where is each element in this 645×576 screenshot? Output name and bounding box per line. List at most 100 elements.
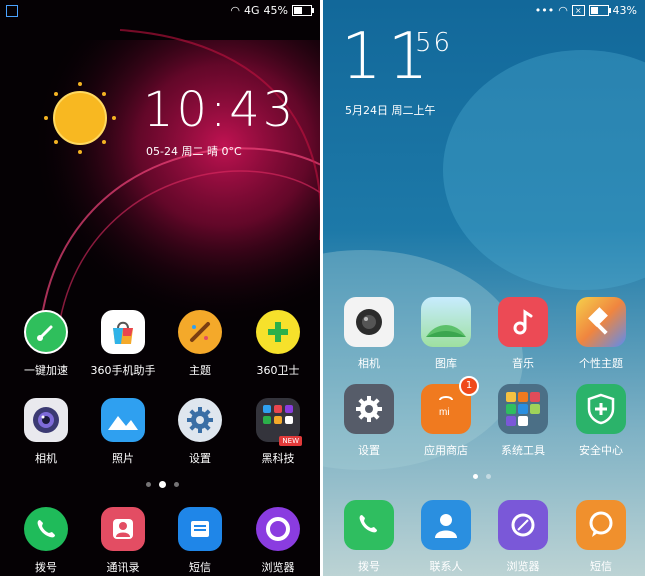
app-label: 系统工具: [501, 444, 545, 457]
dock-messages[interactable]: 短信: [563, 500, 639, 574]
status-bar: ••• ◠ × 43%: [323, 0, 645, 22]
date: 05-24: [146, 145, 178, 158]
palette-brush-icon: [178, 310, 222, 354]
app-label: 个性主题: [579, 357, 623, 370]
app-camera[interactable]: 相机: [331, 297, 407, 371]
app-label: 图库: [435, 357, 457, 370]
person-icon: [421, 500, 471, 550]
phone-icon: [24, 507, 68, 551]
app-theme[interactable]: 主题: [162, 310, 238, 378]
app-label: 360卫士: [256, 364, 300, 377]
app-music[interactable]: 音乐: [485, 297, 561, 371]
app-label: 主题: [189, 364, 211, 377]
app-security-center[interactable]: 安全中心: [563, 384, 639, 458]
app-label: 短信: [189, 561, 211, 574]
app-label: 照片: [112, 452, 134, 465]
svg-text:mi: mi: [439, 407, 450, 418]
app-label: 短信: [590, 560, 612, 573]
gear-icon: [344, 384, 394, 434]
app-settings[interactable]: 设置: [331, 384, 407, 458]
phone-icon: [344, 500, 394, 550]
app-label: 相机: [35, 452, 57, 465]
status-bar: ◠ 4G 45%: [0, 0, 320, 22]
message-icon: [178, 507, 222, 551]
app-label: 黑科技: [261, 452, 295, 465]
page-dot-active[interactable]: [473, 474, 478, 479]
dock-browser[interactable]: 浏览器: [485, 500, 561, 574]
update-count-badge: 1: [459, 376, 479, 396]
page-dot[interactable]: [174, 482, 179, 487]
app-speed-boost[interactable]: 一键加速: [8, 310, 84, 378]
clock-date-line: 05-24 周二 晴 0°C: [146, 143, 242, 159]
clock-minute: 56: [415, 28, 453, 58]
music-note-icon: [498, 297, 548, 347]
page-dot[interactable]: [146, 482, 151, 487]
right-phone-screen: ••• ◠ × 43% 11 56 5月24日 周二上午 相机 图库 音乐 个性…: [323, 0, 645, 576]
camera-lens-icon: [24, 398, 68, 442]
dock-dialer[interactable]: 拨号: [331, 500, 407, 574]
app-360-assistant[interactable]: 360手机助手: [85, 310, 161, 378]
sim-off-icon: ×: [571, 5, 585, 16]
clock-widget[interactable]: 11 56: [341, 22, 450, 92]
app-camera[interactable]: 相机: [8, 398, 84, 466]
contact-icon: [101, 507, 145, 551]
left-phone-screen: ◠ 4G 45% 10:43 05-24 周二 晴 0°C 一键加速 360手机…: [0, 0, 320, 576]
dock-messages[interactable]: 短信: [162, 507, 238, 575]
shield-plus-icon: [576, 384, 626, 434]
gear-icon: [178, 398, 222, 442]
weather: 晴: [206, 145, 218, 158]
app-label: 音乐: [512, 357, 534, 370]
app-label: 联系人: [429, 560, 463, 573]
weekday: 周二: [181, 145, 204, 158]
folder-icon: [498, 384, 548, 434]
clock-time[interactable]: 10:43: [143, 82, 296, 138]
app-themes[interactable]: 个性主题: [563, 297, 639, 371]
folder-system-tools[interactable]: 系统工具: [485, 384, 561, 458]
battery-percent: 43%: [612, 4, 637, 17]
wifi-icon: ◠: [230, 4, 241, 17]
network-type: 4G: [244, 4, 260, 17]
app-label: 拨号: [35, 561, 57, 574]
battery-icon: [292, 5, 314, 16]
page-dot-active[interactable]: [159, 481, 166, 488]
app-label: 应用商店: [424, 444, 468, 457]
app-label: 通讯录: [106, 561, 140, 574]
app-label: 拨号: [358, 560, 380, 573]
app-360-security[interactable]: 360卫士: [240, 310, 316, 378]
app-gallery[interactable]: 图库: [408, 297, 484, 371]
battery-percent: 45%: [263, 4, 288, 17]
dock-contacts[interactable]: 联系人: [408, 500, 484, 574]
app-settings[interactable]: 设置: [162, 398, 238, 466]
battery-icon: [588, 5, 611, 16]
new-tag: NEW: [279, 436, 302, 446]
browser-ring-icon: [256, 507, 300, 551]
browser-swirl-icon: [498, 500, 548, 550]
app-label: 浏览器: [261, 561, 295, 574]
landscape-icon: [421, 297, 471, 347]
folder-icon: NEW: [256, 398, 302, 446]
app-label: 浏览器: [506, 560, 540, 573]
page-indicator[interactable]: [146, 481, 179, 488]
mountain-photo-icon: [101, 398, 145, 442]
page-dot[interactable]: [486, 474, 491, 479]
folder-black-tech[interactable]: NEW 黑科技: [240, 398, 316, 466]
mi-store-bag-icon: mi 1: [421, 376, 479, 434]
weather-sun-icon[interactable]: [40, 78, 120, 158]
app-store[interactable]: mi 1 应用商店: [408, 376, 484, 458]
notification-icon: [6, 5, 18, 17]
dock-dialer[interactable]: 拨号: [8, 507, 84, 575]
wifi-icon: ◠: [558, 4, 568, 17]
app-label: 安全中心: [579, 444, 623, 457]
app-label: 设置: [189, 452, 211, 465]
chat-bubble-icon: [576, 500, 626, 550]
app-photos[interactable]: 照片: [85, 398, 161, 466]
page-indicator[interactable]: [473, 474, 491, 479]
camera-lens-icon: [344, 297, 394, 347]
app-label: 一键加速: [24, 364, 68, 377]
dock-browser[interactable]: 浏览器: [240, 507, 316, 575]
clock-date: 5月24日 周二上午: [345, 104, 436, 117]
paint-roller-icon: [576, 297, 626, 347]
dock-contacts[interactable]: 通讯录: [85, 507, 161, 575]
app-store-bag-icon: [101, 310, 145, 354]
speed-gauge-icon: [24, 310, 68, 354]
